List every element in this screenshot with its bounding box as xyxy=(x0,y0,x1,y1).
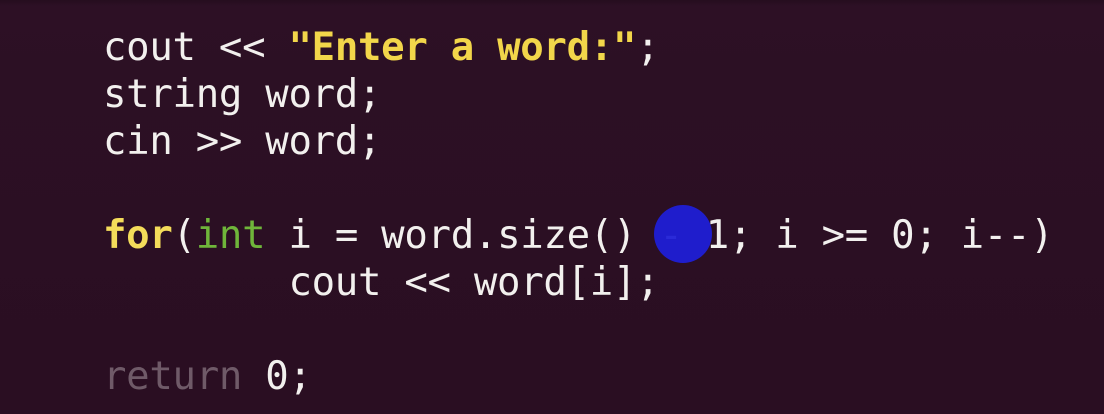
top-shadow xyxy=(0,0,1104,6)
code-block[interactable]: cout << "Enter a word:"; string word; cin … xyxy=(103,24,1054,400)
line-5-open-paren: ( xyxy=(172,213,196,258)
code-line-6: cout << word[i]; xyxy=(103,259,1053,306)
line-8-return-value: 0; xyxy=(242,354,312,399)
code-line-7-blank xyxy=(103,306,1053,353)
line-1-string-literal: "Enter a word:" xyxy=(288,25,637,70)
line-1-text: cout << xyxy=(103,25,289,70)
blue-circle-cursor-icon xyxy=(654,205,712,263)
line-5-for-keyword: for xyxy=(103,213,173,258)
code-line-3: cin >> word; xyxy=(103,118,1053,165)
line-6-text: cout << word[i]; xyxy=(103,260,660,305)
code-line-8: return 0; xyxy=(103,353,1053,400)
code-editor[interactable]: cout << "Enter a word:"; string word; cin … xyxy=(0,0,1104,414)
line-1-semicolon: ; xyxy=(636,25,660,70)
line-5-int-type: int xyxy=(195,213,266,258)
code-line-2: string word; xyxy=(103,71,1053,118)
line-8-return-keyword: return xyxy=(103,354,243,399)
code-line-5: for(int i = word.size() - 1; i >= 0; i--… xyxy=(103,212,1054,259)
line-3-text: cin >> word; xyxy=(103,119,382,164)
line-2-text: string word; xyxy=(103,72,382,117)
code-line-1: cout << "Enter a word:"; xyxy=(103,24,1053,71)
code-line-4-blank xyxy=(103,165,1053,212)
